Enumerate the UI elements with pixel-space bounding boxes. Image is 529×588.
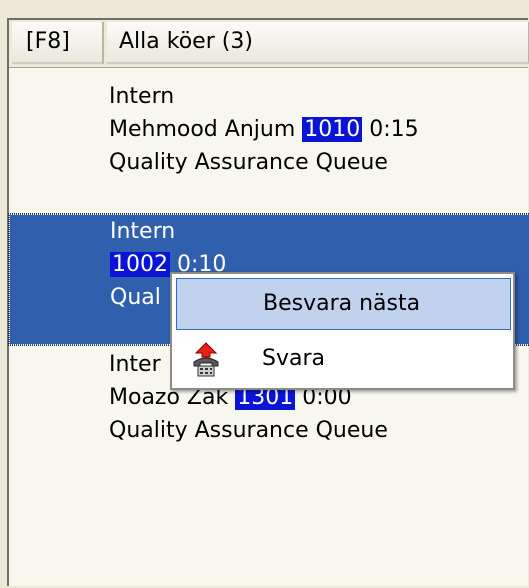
call-type: Intern: [109, 84, 175, 109]
hotkey-header[interactable]: [F8]: [12, 22, 104, 64]
call-type: Intern: [110, 219, 176, 244]
all-queues-header[interactable]: Alla köer (3): [107, 22, 529, 64]
menu-item-label: Besvara nästa: [263, 291, 421, 316]
context-menu: Besvara nästa Svara: [170, 272, 515, 390]
caller-name: Mehmood Anjum: [109, 117, 296, 142]
queue-call-item[interactable]: Intern Mehmood Anjum 1010 0:15 Quality A…: [9, 80, 529, 208]
caller-line: Mehmood Anjum 1010 0:15: [109, 113, 529, 146]
queue-header: [F8] Alla köer (3): [9, 20, 529, 68]
extension-badge: 1002: [110, 252, 170, 277]
wait-time: 0:15: [369, 117, 419, 142]
menu-item-answer[interactable]: Svara: [176, 334, 511, 386]
extension-badge: 1010: [302, 117, 363, 142]
menu-item-label: Svara: [262, 346, 325, 371]
queue-name: Quality Assurance Queue: [109, 418, 388, 443]
phone-answer-icon: [190, 342, 222, 378]
queue-name: Quality Assurance Queue: [109, 150, 388, 175]
menu-item-answer-next[interactable]: Besvara nästa: [176, 278, 511, 330]
